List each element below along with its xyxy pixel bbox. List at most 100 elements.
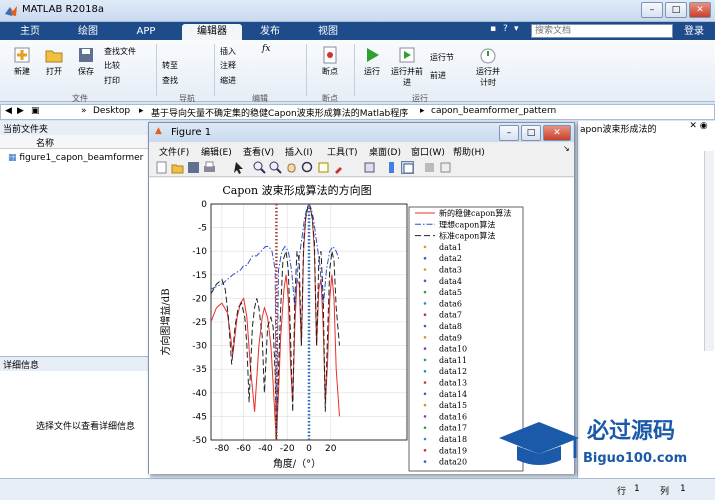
y-tick-label: -5 bbox=[198, 224, 207, 234]
legend-swatch bbox=[423, 302, 427, 305]
new-figure-icon[interactable] bbox=[155, 161, 168, 174]
status-bar: 行 1 列 1 bbox=[0, 478, 715, 500]
figure-close-button[interactable]: ✕ bbox=[543, 125, 571, 141]
tab-plots[interactable]: 绘图 bbox=[66, 24, 110, 40]
site-logo: 必过源码 Biguo100.com bbox=[495, 408, 713, 474]
run-button[interactable]: 运行 bbox=[358, 46, 386, 77]
data-cursor-icon[interactable] bbox=[317, 161, 330, 174]
legend-label: data12 bbox=[439, 367, 467, 376]
minimize-button[interactable]: – bbox=[641, 2, 663, 18]
help-quick-icon[interactable]: ? bbox=[503, 24, 513, 38]
vertical-scrollbar[interactable] bbox=[704, 151, 714, 351]
group-edit-label: 编辑 bbox=[252, 94, 268, 103]
brush-icon[interactable] bbox=[333, 161, 346, 174]
folder-up-icon[interactable]: ▣ bbox=[31, 106, 40, 116]
print-button[interactable]: 打印 bbox=[104, 75, 152, 86]
group-navigate-label: 导航 bbox=[179, 94, 195, 103]
tab-publish[interactable]: 发布 bbox=[248, 24, 292, 40]
graduation-cap-logo-icon: 必过源码 Biguo100.com bbox=[499, 418, 687, 466]
save-figure-icon[interactable] bbox=[187, 161, 200, 174]
window-title: MATLAB R2018a bbox=[22, 4, 105, 15]
figure-title: Figure 1 bbox=[171, 127, 212, 138]
comment-button[interactable]: 注释 bbox=[220, 60, 250, 71]
menu-tools[interactable]: 工具(T) bbox=[327, 145, 358, 158]
address-bar[interactable]: ◀ ▶ ▣ » Desktop ▸ 基于导向矢量不确定集的稳健Capon波束形成… bbox=[0, 104, 715, 120]
tab-home[interactable]: 主页 bbox=[8, 24, 52, 40]
login-button[interactable]: 登录 bbox=[678, 24, 710, 40]
address-separator-3: ▸ bbox=[420, 106, 425, 116]
chart-title: Capon 波束形成算法的方向图 bbox=[222, 183, 371, 197]
rotate-3d-icon[interactable] bbox=[301, 161, 314, 174]
find-files-button[interactable]: 查找文件 bbox=[104, 46, 152, 57]
run-section-button[interactable]: 运行节 bbox=[430, 52, 470, 63]
hide-tools-icon[interactable] bbox=[423, 161, 436, 174]
open-file-icon[interactable] bbox=[171, 161, 184, 174]
breakpoints-button[interactable]: 断点 bbox=[312, 46, 348, 77]
file-list-item[interactable]: ▦ figure1_capon_beamformer bbox=[8, 153, 149, 166]
breakpoints-label: 断点 bbox=[322, 67, 338, 76]
menu-window[interactable]: 窗口(W) bbox=[411, 145, 445, 158]
chart-ticks: -80 -60 -40 -20 0 20 0 -5 -10 -15 -20 -25 -30 -35 -40 -… bbox=[192, 200, 336, 454]
legend-icon[interactable] bbox=[401, 161, 414, 174]
legend-swatch bbox=[423, 392, 427, 396]
menu-dock-icon[interactable]: ↘ bbox=[563, 144, 570, 153]
show-tools-icon[interactable] bbox=[439, 161, 452, 174]
menu-desktop[interactable]: 桌面(D) bbox=[369, 145, 401, 158]
figure-minimize-button[interactable]: – bbox=[499, 125, 519, 141]
zoom-in-icon[interactable] bbox=[253, 161, 266, 174]
pane-close-icon[interactable]: ✕ ◉ bbox=[682, 121, 715, 135]
zoom-out-icon[interactable] bbox=[269, 161, 282, 174]
figure-maximize-button[interactable]: □ bbox=[521, 125, 541, 141]
goto-button[interactable]: 转至 bbox=[162, 60, 212, 71]
compare-button[interactable]: 比较 bbox=[104, 60, 152, 71]
tab-view[interactable]: 视图 bbox=[306, 24, 350, 40]
save-button[interactable]: 保存 bbox=[72, 46, 100, 77]
tab-apps[interactable]: APP bbox=[124, 24, 168, 40]
open-button[interactable]: 打开 bbox=[40, 46, 68, 77]
forward-icon[interactable]: ▶ bbox=[17, 106, 24, 116]
legend-swatch bbox=[423, 415, 427, 418]
legend-label: 标准capon算法 bbox=[439, 231, 495, 241]
menu-edit[interactable]: 编辑(E) bbox=[201, 145, 232, 158]
legend-swatch bbox=[423, 403, 427, 407]
advance-button[interactable]: 前进 bbox=[430, 70, 470, 81]
current-folder-title: 当前文件夹 bbox=[0, 121, 149, 135]
menu-insert[interactable]: 插入(I) bbox=[285, 145, 313, 158]
name-column-header[interactable]: 名称 bbox=[0, 135, 149, 149]
x-tick-label: 0 bbox=[306, 444, 312, 454]
print-figure-icon[interactable] bbox=[203, 161, 216, 174]
fx-button[interactable]: fx bbox=[262, 44, 276, 54]
menu-file[interactable]: 文件(F) bbox=[159, 145, 189, 158]
breadcrumb-desktop[interactable]: Desktop bbox=[93, 106, 130, 116]
insert-button[interactable]: 插入 bbox=[220, 46, 250, 57]
col-value: 1 bbox=[680, 484, 686, 494]
tab-editor[interactable]: 编辑器 bbox=[182, 24, 242, 40]
logo-url: Biguo100.com bbox=[583, 451, 687, 466]
find-button[interactable]: 查找 bbox=[162, 75, 212, 86]
indent-label: 缩进 bbox=[220, 76, 236, 85]
dropdown-quick-icon[interactable]: ▾ bbox=[514, 24, 524, 38]
y-tick-label: -35 bbox=[192, 365, 207, 375]
back-icon[interactable]: ◀ bbox=[5, 106, 12, 116]
legend-swatch bbox=[423, 460, 427, 463]
link-plot-icon[interactable] bbox=[363, 161, 376, 174]
legend-label: data10 bbox=[439, 345, 467, 354]
x-axis-label: 角度/（°） bbox=[273, 457, 321, 470]
colorbar-icon[interactable] bbox=[385, 161, 398, 174]
close-button[interactable]: ✕ bbox=[689, 2, 711, 18]
pointer-icon[interactable] bbox=[233, 161, 246, 174]
run-advance-button[interactable]: 运行并前进 bbox=[390, 46, 424, 88]
pan-hand-icon[interactable] bbox=[285, 161, 298, 174]
new-button[interactable]: 新建 bbox=[8, 46, 36, 77]
breadcrumb-project[interactable]: 基于导向矢量不确定集的稳健Capon波束形成算法的Matlab程序 bbox=[151, 106, 408, 119]
legend-label: data16 bbox=[439, 412, 467, 421]
indent-button[interactable]: 缩进 bbox=[220, 75, 250, 86]
menu-help[interactable]: 帮助(H) bbox=[453, 145, 485, 158]
search-input[interactable] bbox=[531, 24, 673, 38]
editor-tab-snippet[interactable]: apon波束形成法的 bbox=[578, 121, 682, 135]
save-quick-icon[interactable]: ▪ bbox=[490, 24, 500, 38]
run-time-button[interactable]: 运行并计时 bbox=[474, 46, 502, 88]
maximize-button[interactable]: □ bbox=[665, 2, 687, 18]
menu-view[interactable]: 查看(V) bbox=[243, 145, 274, 158]
breadcrumb-folder[interactable]: capon_beamformer_pattern bbox=[431, 106, 556, 116]
